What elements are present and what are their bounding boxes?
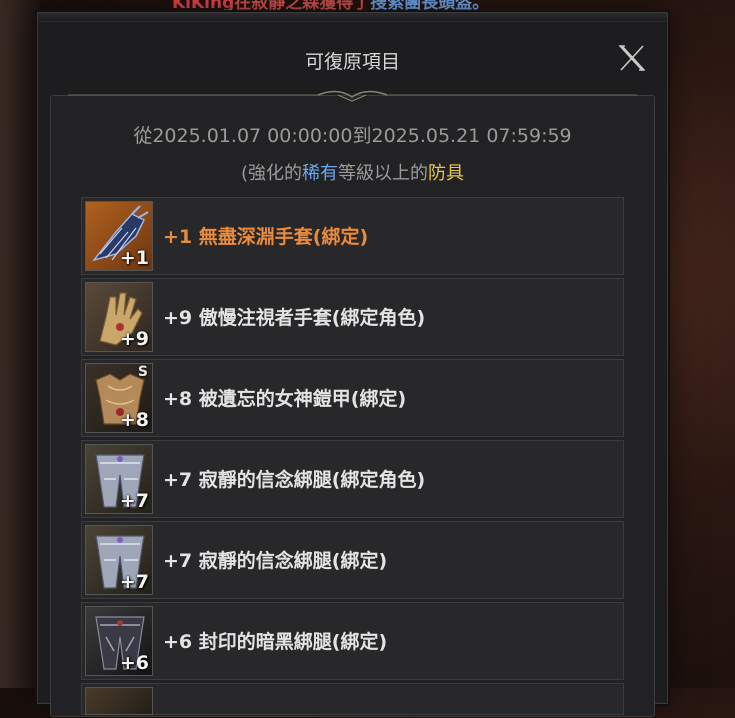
condition-rarity: 稀有 bbox=[302, 163, 339, 184]
item-name: +7 寂靜的信念綁腿(綁定角色) bbox=[163, 469, 426, 491]
enhance-level-badge: +7 bbox=[119, 571, 149, 593]
item-name: +9 傲慢注視者手套(綁定角色) bbox=[163, 307, 426, 329]
enhance-level-badge: +9 bbox=[119, 328, 149, 350]
dialog-top-border bbox=[38, 13, 667, 22]
condition-text: (強化的稀有等級以上的防具 bbox=[38, 159, 667, 185]
enhance-level-badge: +1 bbox=[119, 247, 149, 269]
golden-glove-icon: +9 bbox=[85, 282, 153, 352]
item-name: +7 寂靜的信念綁腿(綁定) bbox=[163, 550, 388, 572]
condition-middle: 等級以上的 bbox=[338, 163, 429, 184]
dialog-title: 可復原項目 bbox=[304, 51, 400, 73]
silent-leggings-icon: +7 bbox=[85, 444, 153, 514]
silent-leggings-icon: +7 bbox=[85, 525, 153, 595]
item-name: +1 無盡深淵手套(綁定) bbox=[163, 226, 369, 248]
condition-category: 防具 bbox=[428, 163, 465, 184]
enhance-level-badge: +6 bbox=[119, 652, 149, 674]
item-name: +6 封印的暗黑綁腿(綁定) bbox=[163, 631, 388, 653]
condition-prefix: (強化的 bbox=[240, 163, 303, 184]
list-item[interactable]: +1 +1 無盡深淵手套(綁定) bbox=[81, 197, 624, 275]
list-item[interactable]: +7 +7 寂靜的信念綁腿(綁定) bbox=[81, 521, 624, 599]
recoverable-items-dialog: 可復原項目 從2025.01.07 00:00:00到2025.05.21 07… bbox=[37, 12, 668, 717]
recoverable-item-list: +1 +1 無盡深淵手套(綁定) +9 +9 傲慢注視者手套(綁定角色) S +… bbox=[81, 197, 624, 718]
enhance-level-badge: +7 bbox=[119, 490, 149, 512]
list-item[interactable]: +7 +7 寂靜的信念綁腿(綁定角色) bbox=[81, 440, 624, 518]
item-name: +8 被遺忘的女神鎧甲(綁定) bbox=[163, 388, 407, 410]
dark-leggings-icon: +6 bbox=[85, 606, 153, 676]
list-item[interactable]: +9 +9 傲慢注視者手套(綁定角色) bbox=[81, 278, 624, 356]
goddess-armor-icon: S +8 bbox=[85, 363, 153, 433]
close-button[interactable] bbox=[617, 43, 647, 73]
enhance-level-badge: +8 bbox=[119, 409, 149, 431]
close-x-icon bbox=[619, 44, 645, 72]
list-item[interactable]: S +8 +8 被遺忘的女神鎧甲(綁定) bbox=[81, 359, 624, 437]
list-item[interactable]: +6 +6 封印的暗黑綁腿(綁定) bbox=[81, 602, 624, 680]
abyss-gauntlet-icon: +1 bbox=[85, 201, 153, 271]
date-range-text: 從2025.01.07 00:00:00到2025.05.21 07:59:59 bbox=[133, 125, 572, 147]
s-marker: S bbox=[137, 364, 148, 380]
divider-ornament-icon bbox=[68, 90, 637, 102]
item-icon bbox=[85, 687, 153, 715]
background-left-edge bbox=[0, 0, 40, 688]
